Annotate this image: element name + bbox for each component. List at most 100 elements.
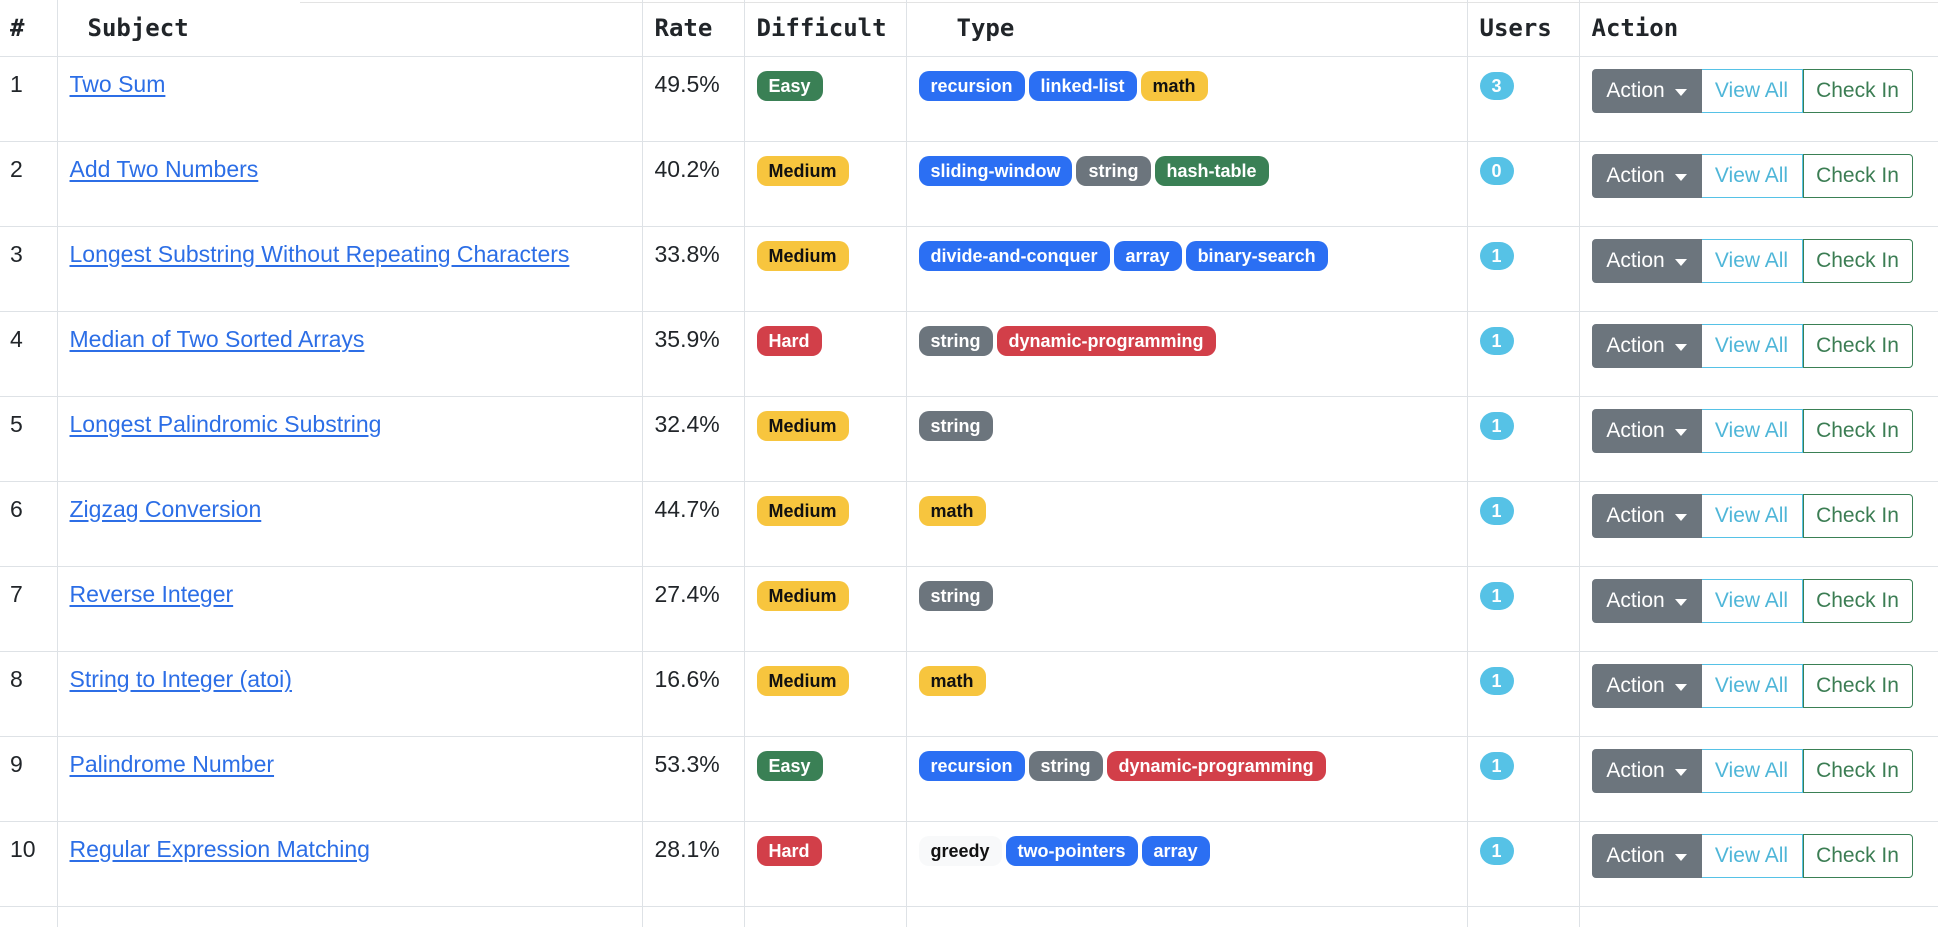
view-all-button[interactable]: View All (1702, 494, 1803, 538)
difficulty-cell: Hard (744, 312, 906, 397)
subject-link[interactable]: Reverse Integer (70, 581, 234, 607)
subject-cell: Reverse Integer (57, 567, 642, 652)
subject-link[interactable]: Add Two Numbers (70, 156, 259, 182)
users-cell: 1 (1467, 737, 1579, 822)
subject-link[interactable]: Palindrome Number (70, 751, 275, 777)
view-all-button[interactable]: View All (1702, 409, 1803, 453)
subject-link[interactable]: Longest Palindromic Substring (70, 411, 382, 437)
type-tag-badge: string (919, 326, 993, 356)
empty-cell (642, 907, 744, 927)
difficulty-badge: Easy (757, 71, 823, 101)
type-tag-badge: array (1142, 836, 1210, 866)
action-cell: ActionView AllCheck In (1579, 57, 1938, 142)
view-all-button[interactable]: View All (1702, 834, 1803, 878)
users-cell: 1 (1467, 652, 1579, 737)
action-button-group: Action View AllCheck In (1592, 239, 1938, 283)
subject-cell: Longest Substring Without Repeating Char… (57, 227, 642, 312)
difficulty-badge: Medium (757, 666, 849, 696)
subject-link[interactable]: String to Integer (atoi) (70, 666, 292, 692)
type-tag-badge: string (1029, 751, 1103, 781)
check-in-button[interactable]: Check In (1803, 154, 1913, 198)
users-cell: 1 (1467, 482, 1579, 567)
action-dropdown-button[interactable]: Action (1592, 579, 1702, 623)
view-all-button[interactable]: View All (1702, 239, 1803, 283)
action-dropdown-button[interactable]: Action (1592, 409, 1702, 453)
check-in-button[interactable]: Check In (1803, 834, 1913, 878)
subject-link[interactable]: Regular Expression Matching (70, 836, 370, 862)
check-in-button[interactable]: Check In (1803, 749, 1913, 793)
type-tag-badge: recursion (919, 71, 1025, 101)
view-all-button[interactable]: View All (1702, 579, 1803, 623)
action-dropdown-button[interactable]: Action (1592, 834, 1702, 878)
rate-cell: 32.4% (642, 397, 744, 482)
action-dropdown-button[interactable]: Action (1592, 664, 1702, 708)
empty-cell (0, 907, 57, 927)
difficulty-cell: Medium (744, 652, 906, 737)
users-count-badge: 1 (1480, 412, 1514, 440)
header-row: # Subject Rate Difficult Type Users Acti… (0, 0, 1938, 57)
action-cell: ActionView AllCheck In (1579, 652, 1938, 737)
check-in-button[interactable]: Check In (1803, 579, 1913, 623)
check-in-button[interactable]: Check In (1803, 664, 1913, 708)
action-dropdown-label: Action (1606, 249, 1664, 273)
subject-link[interactable]: Median of Two Sorted Arrays (70, 326, 365, 352)
type-cell: divide-and-conquerarraybinary-search (906, 227, 1467, 312)
users-cell: 3 (1467, 57, 1579, 142)
check-in-button[interactable]: Check In (1803, 409, 1913, 453)
rate-cell: 53.3% (642, 737, 744, 822)
row-number: 3 (0, 227, 57, 312)
action-cell: ActionView AllCheck In (1579, 737, 1938, 822)
table-row: 8String to Integer (atoi)16.6%Mediummath… (0, 652, 1938, 737)
action-dropdown-label: Action (1606, 589, 1664, 613)
users-cell: 1 (1467, 312, 1579, 397)
view-all-button[interactable]: View All (1702, 324, 1803, 368)
difficulty-badge: Hard (757, 836, 822, 866)
type-tag-badge: linked-list (1029, 71, 1137, 101)
type-tag-badge: divide-and-conquer (919, 241, 1110, 271)
action-dropdown-button[interactable]: Action (1592, 154, 1702, 198)
subject-link[interactable]: Zigzag Conversion (70, 496, 262, 522)
check-in-button[interactable]: Check In (1803, 69, 1913, 113)
action-dropdown-button[interactable]: Action (1592, 494, 1702, 538)
check-in-button[interactable]: Check In (1803, 239, 1913, 283)
action-dropdown-button[interactable]: Action (1592, 69, 1702, 113)
subject-link[interactable]: Two Sum (70, 71, 166, 97)
action-dropdown-label: Action (1606, 844, 1664, 868)
action-dropdown-label: Action (1606, 334, 1664, 358)
difficulty-badge: Medium (757, 411, 849, 441)
header-num[interactable]: # (0, 0, 57, 57)
subject-cell: Median of Two Sorted Arrays (57, 312, 642, 397)
rate-cell: 40.2% (642, 142, 744, 227)
action-button-group: ActionView AllCheck In (1592, 664, 1938, 708)
action-cell: Action View AllCheck In (1579, 312, 1938, 397)
check-in-button[interactable]: Check In (1803, 494, 1913, 538)
table-row: 9Palindrome Number53.3%Easyrecursionstri… (0, 737, 1938, 822)
header-type[interactable]: Type (906, 0, 1467, 57)
table-row: 10Regular Expression Matching28.1%Hardgr… (0, 822, 1938, 907)
header-rate[interactable]: Rate (642, 0, 744, 57)
action-dropdown-button[interactable]: Action (1592, 749, 1702, 793)
action-dropdown-button[interactable]: Action (1592, 324, 1702, 368)
difficulty-cell: Medium (744, 142, 906, 227)
subject-link[interactable]: Longest Substring Without Repeating Char… (70, 241, 570, 267)
view-all-button[interactable]: View All (1702, 664, 1803, 708)
action-dropdown-button[interactable]: Action (1592, 239, 1702, 283)
action-cell: ActionView AllCheck In (1579, 142, 1938, 227)
type-tag-badge: binary-search (1186, 241, 1328, 271)
difficulty-badge: Hard (757, 326, 822, 356)
header-subject[interactable]: Subject (57, 0, 642, 57)
type-tag-badge: string (1076, 156, 1150, 186)
subject-cell: String to Integer (atoi) (57, 652, 642, 737)
view-all-button[interactable]: View All (1702, 154, 1803, 198)
action-cell: Action View AllCheck In (1579, 822, 1938, 907)
view-all-button[interactable]: View All (1702, 69, 1803, 113)
header-difficulty[interactable]: Difficult (744, 0, 906, 57)
type-cell: string (906, 567, 1467, 652)
view-all-button[interactable]: View All (1702, 749, 1803, 793)
check-in-button[interactable]: Check In (1803, 324, 1913, 368)
caret-down-icon (1675, 259, 1687, 266)
header-users[interactable]: Users (1467, 0, 1579, 57)
action-dropdown-label: Action (1606, 419, 1664, 443)
caret-down-icon (1675, 854, 1687, 861)
type-cell: math (906, 652, 1467, 737)
